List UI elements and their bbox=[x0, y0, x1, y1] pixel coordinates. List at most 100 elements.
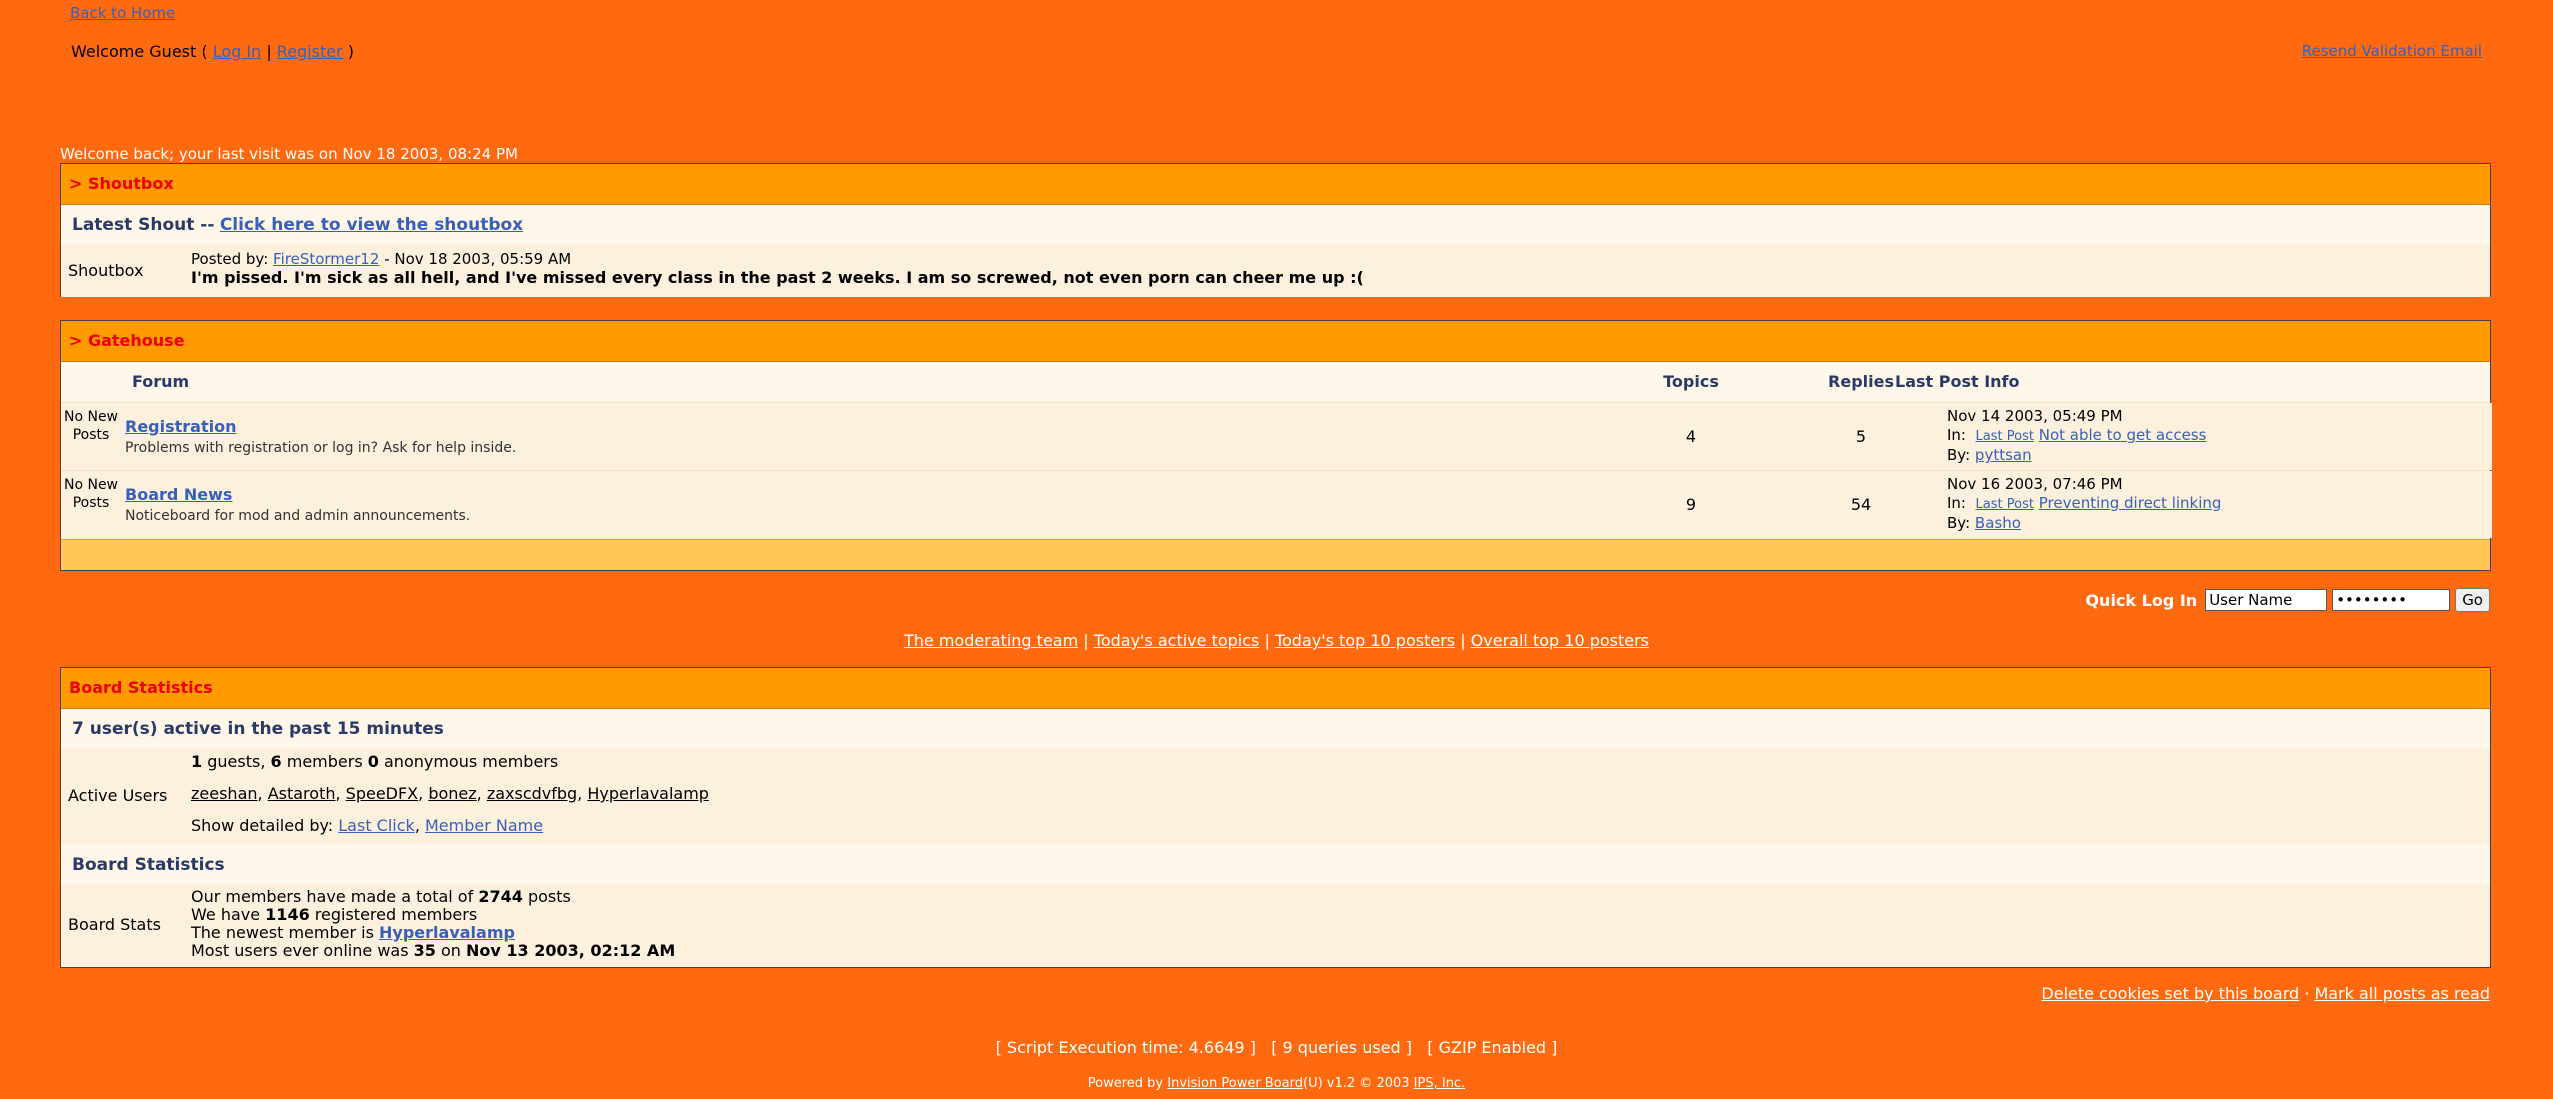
dot-separator: · bbox=[2304, 984, 2310, 1003]
sort-last-click-link[interactable]: Last Click bbox=[338, 816, 415, 835]
delete-cookies-link[interactable]: Delete cookies set by this board bbox=[2041, 984, 2299, 1003]
latest-shout-label: Latest Shout -- bbox=[72, 215, 215, 235]
last-visit-text: Welcome back; your last visit was on Nov… bbox=[60, 145, 518, 163]
top10-overall-link[interactable]: Overall top 10 posters bbox=[1471, 631, 1649, 650]
board-links: The moderating team | Today's active top… bbox=[0, 631, 2553, 650]
last-topic-link[interactable]: Preventing direct linking bbox=[2039, 494, 2222, 512]
topics-count: 4 bbox=[1607, 403, 1775, 470]
footer-links: Delete cookies set by this board · Mark … bbox=[2041, 984, 2490, 1003]
board-stats-heading: Board Statistics bbox=[61, 845, 2490, 885]
board-stats-area: Board Stats Our members have made a tota… bbox=[61, 885, 2490, 967]
registered-line: We have 1146 registered members bbox=[191, 905, 477, 924]
shoutbox-title: > Shoutbox bbox=[61, 164, 2490, 205]
last-post-link[interactable]: Last Post bbox=[1976, 429, 2034, 444]
user-link[interactable]: Hyperlavalamp bbox=[587, 784, 709, 803]
forum-cell: Registration Problems with registration … bbox=[123, 403, 1605, 470]
welcome-prefix: Welcome Guest ( bbox=[71, 42, 208, 61]
active-user-list: zeeshan, Astaroth, SpeeDFX, bonez, zaxsc… bbox=[191, 784, 709, 803]
back-to-home-link[interactable]: Back to Home bbox=[70, 4, 175, 22]
col-topics: Topics bbox=[1663, 372, 1719, 391]
separator: | bbox=[1264, 631, 1270, 650]
active-topics-link[interactable]: Today's active topics bbox=[1094, 631, 1260, 650]
board-statistics-panel: Board Statistics 7 user(s) active in the… bbox=[60, 667, 2491, 968]
guests-text: guests, bbox=[207, 752, 266, 771]
members-text: members bbox=[286, 752, 363, 771]
no-new-posts-icon: No New Posts bbox=[61, 403, 121, 470]
most-online-line: Most users ever online was 35 on Nov 13 … bbox=[191, 941, 675, 960]
reg-post: registered members bbox=[314, 905, 478, 924]
forum-registration-link[interactable]: Registration bbox=[125, 417, 236, 436]
online-mid: on bbox=[441, 941, 461, 960]
powered-pre: Powered by bbox=[1087, 1076, 1164, 1091]
last-poster-link[interactable]: Basho bbox=[1975, 514, 2021, 532]
user-link[interactable]: bonez bbox=[428, 784, 476, 803]
online-date: Nov 13 2003, 02:12 AM bbox=[466, 941, 676, 960]
user-link[interactable]: zaxscdvfbg bbox=[487, 784, 577, 803]
no-new-posts-icon: No New Posts bbox=[61, 471, 121, 538]
show-detailed-by: Show detailed by: Last Click, Member Nam… bbox=[191, 816, 544, 835]
posts-total: 2744 bbox=[478, 887, 523, 906]
shout-meta: Posted by: FireStormer12 - Nov 18 2003, … bbox=[191, 250, 571, 268]
password-input[interactable] bbox=[2332, 589, 2451, 611]
total-posts-line: Our members have made a total of 2744 po… bbox=[191, 887, 571, 906]
last-topic-link[interactable]: Not able to get access bbox=[2039, 426, 2207, 444]
forum-description: Problems with registration or log in? As… bbox=[125, 440, 517, 456]
user-link[interactable]: SpeeDFX bbox=[346, 784, 418, 803]
login-link[interactable]: Log In bbox=[213, 42, 262, 61]
online-pre: Most users ever online was bbox=[191, 941, 409, 960]
script-execution-info: [ Script Execution time: 4.6649 ] [ 9 qu… bbox=[995, 1038, 1558, 1057]
registered-count: 1146 bbox=[265, 905, 310, 924]
separator: | bbox=[1460, 631, 1466, 650]
sort-member-name-link[interactable]: Member Name bbox=[425, 816, 543, 835]
forum-board-news-link[interactable]: Board News bbox=[125, 485, 232, 504]
last-post-date: Nov 16 2003, 07:46 PM bbox=[1947, 475, 2123, 493]
latest-shout-row: Latest Shout -- Click here to view the s… bbox=[61, 205, 2490, 245]
col-forum: Forum bbox=[132, 372, 190, 391]
quick-login-label: Quick Log In bbox=[2085, 590, 2198, 610]
forum-row: No New Posts Board News Noticeboard for … bbox=[61, 470, 2492, 538]
replies-count: 5 bbox=[1777, 403, 1945, 470]
last-post-in: In: Last Post Not able to get access bbox=[1947, 426, 2492, 446]
moderating-team-link[interactable]: The moderating team bbox=[904, 631, 1078, 650]
forum-description: Noticeboard for mod and admin announceme… bbox=[125, 508, 471, 524]
topics-count: 9 bbox=[1607, 471, 1775, 538]
mark-all-read-link[interactable]: Mark all posts as read bbox=[2314, 984, 2490, 1003]
newest-member-line: The newest member is Hyperlavalamp bbox=[191, 923, 515, 942]
gatehouse-panel: > Gatehouse Forum Topics Replies Last Po… bbox=[60, 320, 2492, 571]
anon-text: anonymous members bbox=[384, 752, 559, 771]
board-statistics-title: Board Statistics bbox=[61, 668, 2490, 709]
resend-validation-link[interactable]: Resend Validation Email bbox=[2302, 42, 2482, 60]
shoutbox-row-label: Shoutbox bbox=[68, 261, 144, 280]
forum-cell: Board News Noticeboard for mod and admin… bbox=[123, 471, 1605, 538]
shout-body: Shoutbox Posted by: FireStormer12 - Nov … bbox=[61, 245, 2490, 297]
separator: | bbox=[266, 42, 272, 61]
top10-today-link[interactable]: Today's top 10 posters bbox=[1275, 631, 1455, 650]
username-input[interactable] bbox=[2205, 589, 2328, 611]
newest-pre: The newest member is bbox=[191, 923, 374, 942]
newest-member-link[interactable]: Hyperlavalamp bbox=[379, 923, 515, 942]
view-shoutbox-link[interactable]: Click here to view the shoutbox bbox=[220, 215, 523, 235]
by-label: By: bbox=[1947, 446, 1971, 464]
go-button[interactable]: Go bbox=[2455, 588, 2490, 612]
forum-table-header: Forum Topics Replies Last Post Info bbox=[61, 362, 2490, 402]
shout-author-link[interactable]: FireStormer12 bbox=[273, 250, 379, 268]
register-link[interactable]: Register bbox=[277, 42, 343, 61]
replies-count: 54 bbox=[1777, 471, 1945, 538]
last-post-in: In: Last Post Preventing direct linking bbox=[1947, 494, 2492, 514]
user-link[interactable]: zeeshan bbox=[191, 784, 258, 803]
ips-link[interactable]: IPS, Inc. bbox=[1414, 1076, 1466, 1091]
online-count: 35 bbox=[413, 941, 436, 960]
last-post-link[interactable]: Last Post bbox=[1976, 497, 2034, 512]
posts-pre: Our members have made a total of bbox=[191, 887, 474, 906]
invision-link[interactable]: Invision Power Board bbox=[1167, 1076, 1303, 1091]
last-poster-link[interactable]: pyttsan bbox=[1975, 446, 2032, 464]
guests-count: 1 bbox=[191, 752, 203, 771]
last-post-date: Nov 14 2003, 05:49 PM bbox=[1947, 407, 2123, 425]
active-counts: 1 guests, 6 members 0 anonymous members bbox=[191, 752, 558, 771]
quick-login-form: Quick Log In Go bbox=[2085, 588, 2490, 612]
active-users-label: Active Users bbox=[68, 786, 168, 805]
powered-post: (U) v1.2 © 2003 bbox=[1303, 1076, 1410, 1091]
powered-by: Powered by Invision Power Board(U) v1.2 … bbox=[0, 1076, 2553, 1091]
user-link[interactable]: Astaroth bbox=[268, 784, 336, 803]
in-label: In: bbox=[1947, 494, 1966, 512]
